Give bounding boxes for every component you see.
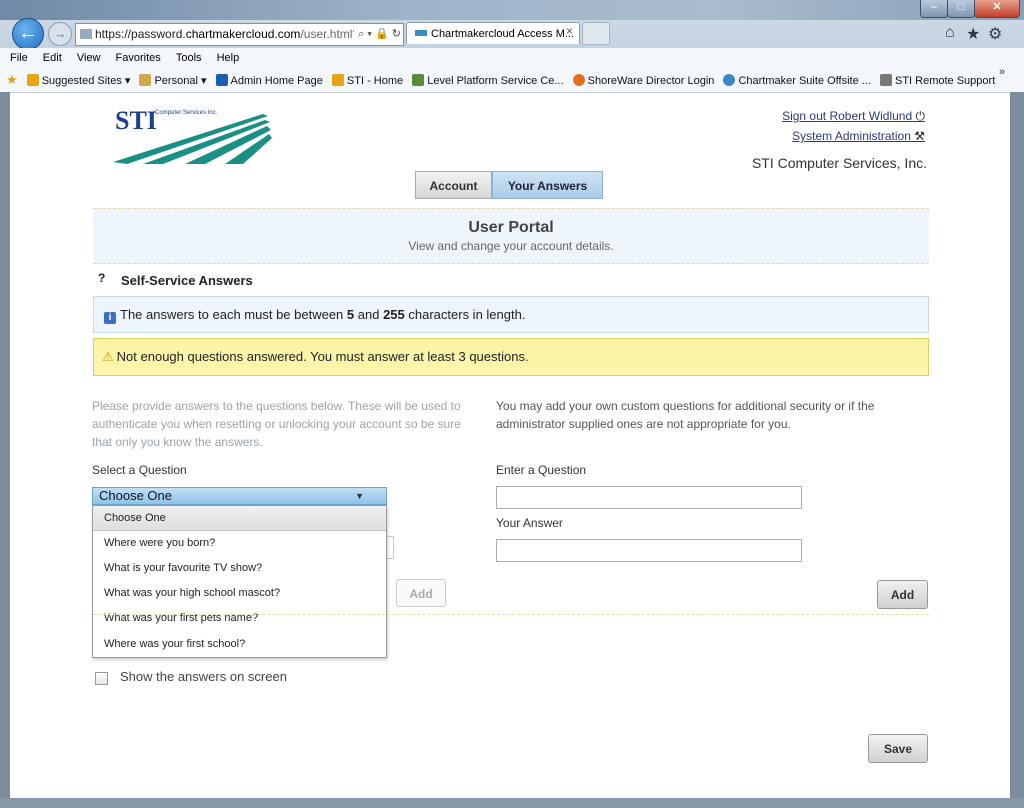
browser-tab-active[interactable]: Chartmakercloud Access M... (406, 22, 580, 44)
dropdown-option[interactable]: Where was your first school? (93, 632, 386, 657)
close-window-button[interactable]: ✕ (974, 0, 1020, 18)
custom-answer-input[interactable] (496, 539, 802, 562)
page-title: User Portal (468, 219, 554, 236)
menu-file[interactable]: File (10, 52, 28, 64)
info-message: i The answers to each must be between 5 a… (93, 296, 929, 333)
address-bar[interactable]: https://password.chartmakercloud.com/use… (75, 23, 404, 46)
menu-favorites[interactable]: Favorites (116, 52, 161, 64)
folder-icon (139, 74, 152, 86)
portal-header: User Portal View and change your account… (93, 208, 929, 264)
add-custom-question-button[interactable]: Add (877, 580, 928, 609)
ie-page-icon (879, 74, 892, 86)
web-page: STI Computer Services Inc. Sign out Robe… (10, 93, 1010, 798)
dropdown-option[interactable]: What was your high school mascot? (93, 581, 386, 606)
enter-question-label: Enter a Question (496, 463, 587, 477)
company-name: STI Computer Services, Inc. (751, 155, 927, 171)
page-subtitle: View and change your account details. (408, 239, 614, 253)
shoretel-icon (572, 74, 585, 86)
power-icon: ⏻ (915, 109, 926, 123)
home-icon[interactable]: ⌂ (945, 24, 955, 42)
fav-chartmaker-suite[interactable]: Chartmaker Suite Offsite ... (723, 70, 871, 92)
predefined-questions-help: Please provide answers to the questions … (92, 399, 461, 449)
minimize-button[interactable]: – (920, 0, 948, 18)
save-button[interactable]: Save (868, 734, 928, 763)
logo-subtext: Computer Services Inc. (155, 110, 218, 116)
help-icon[interactable]: ? (98, 271, 105, 285)
window-frame-bottom (0, 798, 1024, 808)
wrench-icon: ⚒ (914, 129, 925, 143)
sign-out-link[interactable]: Sign out Robert Widlund ⏻ (782, 109, 925, 124)
menu-edit[interactable]: Edit (43, 52, 62, 64)
forward-arrow-icon: → (53, 26, 67, 41)
tab-favicon-icon (415, 30, 427, 36)
shield-icon (215, 74, 228, 86)
fav-level-platform[interactable]: Level Platform Service Ce... (412, 70, 564, 92)
new-tab-button[interactable] (582, 22, 610, 45)
back-button[interactable]: ← (12, 18, 44, 50)
tab-title: Chartmakercloud Access M... (431, 28, 575, 40)
fav-personal[interactable]: Personal ▾ (139, 70, 206, 92)
window-frame-right (1010, 92, 1024, 808)
site-icon (331, 74, 344, 86)
sti-logo: STI Computer Services Inc. (113, 106, 273, 164)
your-answer-label: Your Answer (496, 516, 563, 530)
maximize-button[interactable]: □ (947, 0, 975, 18)
tab-close-icon[interactable]: × (566, 24, 573, 38)
question-dropdown-list: Choose One Where were you born? What is … (92, 505, 387, 658)
question-select-value: Choose One (99, 488, 172, 503)
tools-gear-icon[interactable]: ⚙ (988, 24, 1002, 44)
warning-icon: ⚠ (102, 349, 114, 364)
url-path: /user.html? (300, 27, 360, 41)
tab-your-answers[interactable]: Your Answers (492, 171, 603, 199)
custom-questions-help: You may add your own custom questions fo… (496, 399, 875, 431)
warning-message: ⚠ Not enough questions answered. You must… (93, 338, 929, 376)
bing-icon (26, 74, 39, 86)
custom-question-input[interactable] (496, 486, 802, 509)
dropdown-option[interactable]: Choose One (93, 506, 386, 531)
dropdown-option[interactable]: Where were you born? (93, 531, 386, 556)
dropdown-option[interactable]: What was your first pets name? (93, 606, 386, 631)
system-administration-link[interactable]: System Administration ⚒ (792, 129, 925, 143)
back-arrow-icon: ← (18, 22, 38, 44)
logo-text: STI (115, 106, 157, 135)
menu-help[interactable]: Help (217, 52, 240, 64)
fav-sti-remote-support[interactable]: STI Remote Support (879, 70, 995, 92)
window-frame-left (0, 92, 10, 808)
show-answers-label[interactable]: Show the answers on screen (120, 669, 287, 684)
window-titlebar (0, 0, 1024, 20)
section-divider (93, 614, 929, 615)
favorites-star-add-icon[interactable]: ★ (6, 68, 18, 91)
favorites-bar: ★ Suggested Sites ▾ Personal ▾ Admin Hom… (0, 68, 1024, 93)
dropdown-option[interactable]: What is your favourite TV show? (93, 556, 386, 581)
url-prefix: https://password. (95, 27, 186, 41)
info-icon: i (104, 312, 116, 324)
chevron-down-icon: ▼ (355, 491, 364, 501)
favorites-star-icon[interactable]: ★ (966, 24, 980, 44)
section-title: Self-Service Answers (121, 273, 253, 288)
favbar-overflow-icon[interactable]: » (999, 66, 1005, 78)
url-host: chartmakercloud.com (185, 27, 301, 41)
menu-tools[interactable]: Tools (176, 52, 202, 64)
add-predefined-answer-button[interactable]: Add (396, 579, 446, 607)
fav-shoreware-director[interactable]: ShoreWare Director Login (572, 70, 714, 92)
ie-page-icon (412, 74, 425, 86)
fav-sti-home[interactable]: STI - Home (331, 70, 403, 92)
answer-input-partially-hidden[interactable] (386, 536, 394, 559)
fav-suggested-sites[interactable]: Suggested Sites ▾ (26, 70, 130, 92)
address-tools[interactable]: ⌕ ▾ 🔒 ↻ (354, 24, 401, 45)
page-icon (80, 29, 92, 39)
menu-bar: File Edit View Favorites Tools Help (0, 48, 1024, 68)
tab-account[interactable]: Account (415, 171, 492, 199)
fav-admin-home-page[interactable]: Admin Home Page (215, 70, 323, 92)
show-answers-checkbox[interactable] (95, 672, 108, 685)
globe-icon (723, 74, 736, 86)
forward-button[interactable]: → (48, 22, 72, 46)
menu-view[interactable]: View (77, 52, 101, 64)
select-question-label: Select a Question (92, 463, 187, 477)
question-select[interactable]: Choose One ▼ (92, 487, 387, 505)
